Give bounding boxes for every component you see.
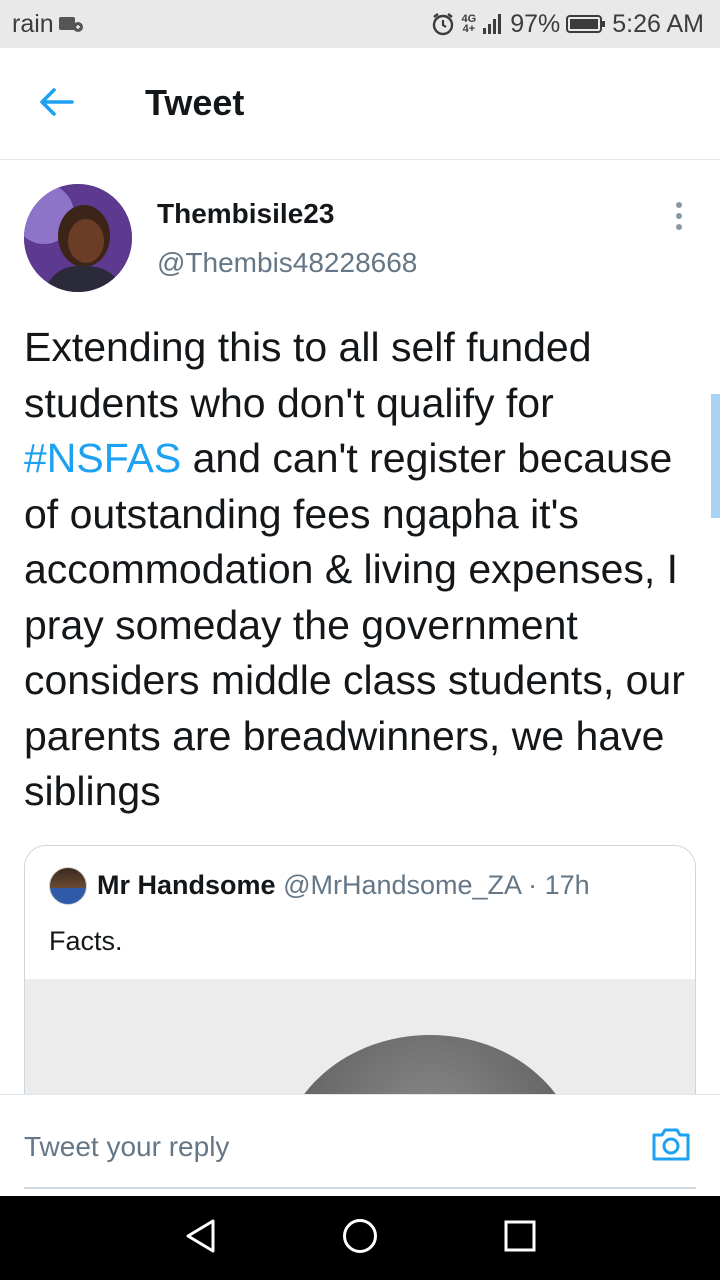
carrier-label: rain [12,9,54,38]
page-title: Tweet [145,82,245,123]
more-options-button[interactable] [664,198,694,234]
reply-bar [0,1094,720,1196]
nav-recents-button[interactable] [500,1218,540,1258]
quoted-text: Facts. [49,926,123,956]
status-bar: rain 4G 4+ 97% 5:26 AM [0,0,720,48]
quoted-name: Mr Handsome [97,870,276,900]
display-name[interactable]: Thembisile23 [157,198,334,230]
network-type-label: 4G 4+ [462,14,477,35]
more-vertical-icon [676,213,682,219]
hashtag-link[interactable]: #NSFAS [24,435,181,481]
user-handle[interactable]: @Thembis48228668 [157,247,417,279]
back-arrow-icon [38,87,74,122]
more-vertical-icon [676,224,682,230]
sim-icon [58,14,84,34]
home-circle-icon [341,1217,379,1260]
tweet-text-before: Extending this to all self funded studen… [24,324,592,426]
more-vertical-icon [676,202,682,208]
recents-square-icon [503,1219,537,1258]
status-time: 5:26 AM [612,9,704,38]
alarm-icon [430,11,456,37]
camera-button[interactable] [648,1123,694,1169]
nav-home-button[interactable] [340,1218,380,1258]
signal-icon [482,13,504,35]
quoted-handle: @MrHandsome_ZA [283,870,521,900]
quoted-time: 17h [544,870,590,900]
reply-underline [24,1187,696,1189]
header: Tweet [0,48,720,160]
tweet-text: Extending this to all self funded studen… [24,320,696,820]
battery-percent: 97% [510,9,561,38]
nav-back-button[interactable] [180,1218,220,1258]
reply-input[interactable] [24,1115,624,1179]
network-sub: 4+ [462,23,476,35]
quoted-header: Mr Handsome @MrHandsome_ZA · 17h [97,870,590,901]
quoted-separator: · [520,870,545,900]
back-button[interactable] [30,82,82,126]
back-triangle-icon [183,1218,217,1259]
scrollbar[interactable] [711,394,720,518]
status-right: 4G 4+ 97% 5:26 AM [430,10,704,39]
tweet-text-after: and can't register because of outstandin… [24,435,685,814]
camera-icon [650,1125,692,1168]
avatar[interactable] [24,184,132,292]
battery-icon [566,14,606,34]
status-left: rain [12,10,84,39]
quoted-avatar [49,867,87,905]
system-nav-bar [0,1196,720,1280]
